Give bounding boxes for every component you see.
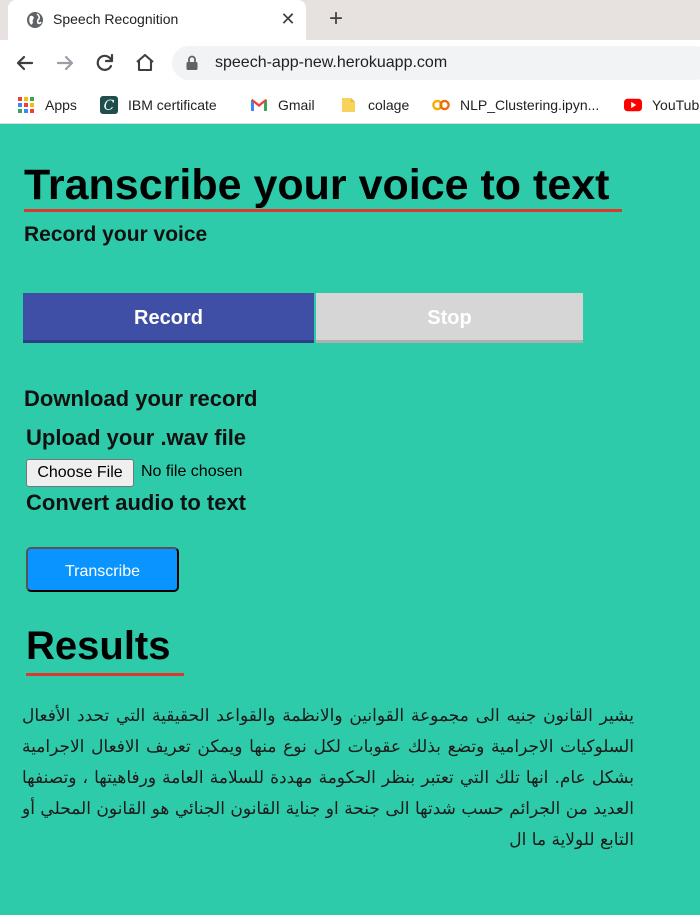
page-title: Transcribe your voice to text	[24, 161, 610, 209]
results-heading: Results	[26, 624, 171, 668]
bookmark-label: YouTub	[652, 97, 700, 113]
bookmark-label: Gmail	[278, 97, 315, 113]
bookmark-label: IBM certificate	[128, 97, 217, 113]
convert-audio-label: Convert audio to text	[26, 490, 247, 515]
svg-text:C: C	[104, 98, 115, 114]
upload-wav-label: Upload your .wav file	[26, 425, 247, 450]
new-tab-icon[interactable]: +	[322, 6, 350, 34]
record-voice-label: Record your voice	[24, 223, 208, 246]
gmail-icon	[251, 99, 267, 111]
file-status-text: No file chosen	[141, 463, 243, 480]
bookmark-label: Apps	[45, 97, 77, 113]
address-bar[interactable]: speech-app-new.herokuapp.com	[172, 46, 700, 80]
download-record-label: Download your record	[24, 386, 258, 411]
reload-icon[interactable]	[92, 50, 118, 76]
bookmark-label: NLP_Clustering.ipyn...	[460, 97, 600, 113]
url-text: speech-app-new.herokuapp.com	[215, 54, 448, 71]
tab-title: Speech Recognition	[53, 11, 179, 27]
coursera-icon: C	[100, 96, 118, 114]
bookmark-apps[interactable]: Apps	[17, 95, 77, 115]
colab-icon	[432, 99, 450, 111]
browser-tab[interactable]: Speech Recognition ✕	[8, 0, 306, 40]
apps-grid-icon	[18, 97, 34, 113]
bookmark-colage[interactable]: colage	[340, 95, 409, 115]
browser-tab-bar: Speech Recognition ✕ +	[0, 0, 700, 40]
close-tab-icon[interactable]: ✕	[278, 8, 298, 30]
bookmark-label: colage	[368, 97, 410, 113]
bookmarks-bar: Apps C IBM certificate Gmail colage NLP_…	[0, 86, 700, 124]
browser-toolbar: speech-app-new.herokuapp.com	[0, 40, 700, 86]
forward-arrow-icon[interactable]	[52, 50, 78, 76]
back-arrow-icon[interactable]	[12, 50, 38, 76]
choose-file-button[interactable]: Choose File	[26, 459, 134, 487]
folder-icon	[342, 98, 355, 112]
youtube-icon	[624, 98, 642, 112]
record-button[interactable]: Record	[23, 293, 314, 343]
globe-icon	[27, 12, 43, 28]
results-text: يشير القانون جنيه الى مجموعة القوانين وا…	[22, 706, 634, 850]
bookmark-gmail[interactable]: Gmail	[250, 95, 315, 115]
results-underline	[26, 673, 184, 676]
bookmark-ibm-certificate[interactable]: C IBM certificate	[100, 95, 217, 115]
stop-button[interactable]: Stop	[316, 293, 583, 343]
bookmark-nlp-clustering[interactable]: NLP_Clustering.ipyn...	[432, 95, 599, 115]
page-content: Transcribe your voice to text Record you…	[0, 125, 700, 915]
lock-icon[interactable]	[185, 55, 199, 71]
title-underline	[24, 209, 622, 212]
home-icon[interactable]	[132, 50, 158, 76]
bookmark-youtube[interactable]: YouTub	[624, 95, 699, 115]
transcribe-button[interactable]: Transcribe	[26, 547, 179, 592]
